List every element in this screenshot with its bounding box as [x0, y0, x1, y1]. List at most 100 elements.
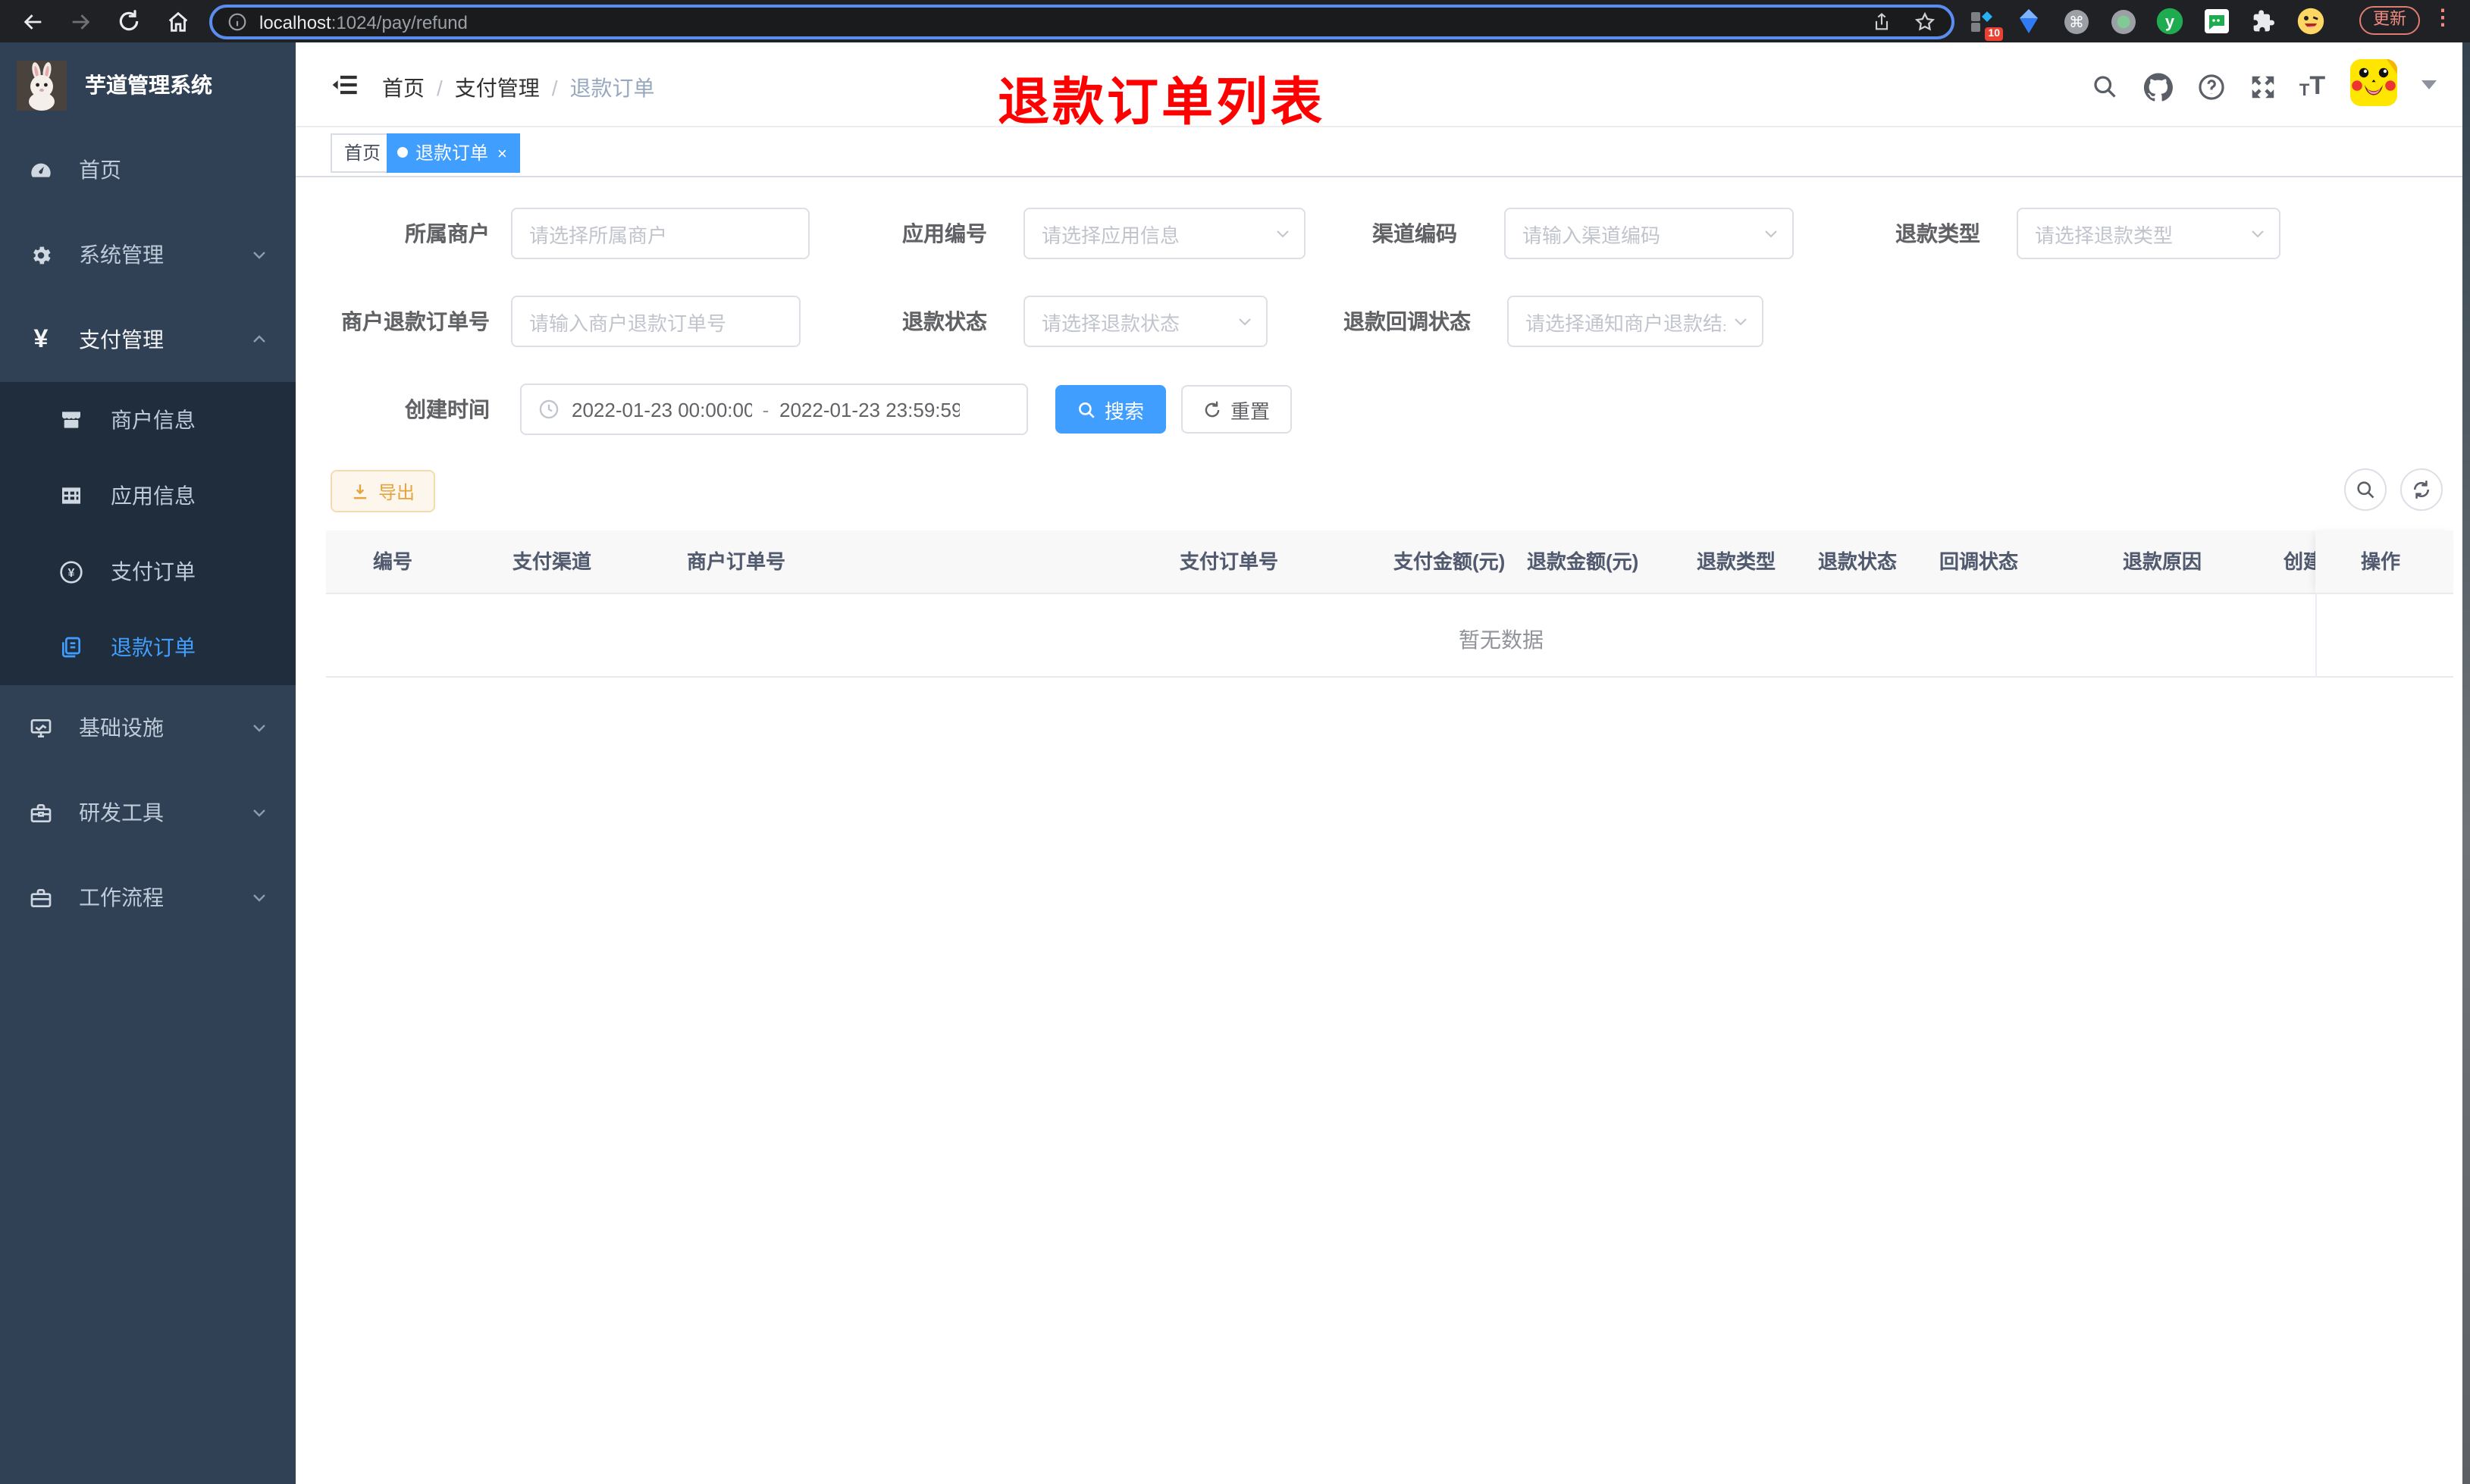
- sidebar-item-label: 支付管理: [79, 327, 164, 352]
- yen-icon: ¥: [33, 324, 49, 353]
- create-time-range-picker[interactable]: 2022-01-23 00:00:00 - 2022-01-23 23:59:5…: [520, 384, 1028, 435]
- placeholder: 请选择退款类型: [2035, 224, 2174, 246]
- filter-label: 渠道编码: [1372, 221, 1457, 246]
- column-header: 支付金额(元): [1393, 550, 1506, 573]
- filter-label: 商户退款订单号: [341, 309, 490, 333]
- svg-text:y: y: [2165, 12, 2175, 31]
- sidebar-item-devtools[interactable]: 研发工具: [0, 770, 296, 855]
- chevron-down-icon: [250, 888, 268, 906]
- share-icon[interactable]: [1871, 11, 1892, 33]
- breadcrumb-current: 退款订单: [569, 76, 655, 100]
- sidebar-item-app-info[interactable]: 应用信息: [0, 458, 296, 534]
- bookmark-star-icon[interactable]: [1914, 11, 1936, 33]
- fullscreen-icon[interactable]: [2247, 71, 2277, 102]
- extension-chat-icon[interactable]: [2203, 8, 2230, 35]
- app-logo-row[interactable]: 芋道管理系统: [0, 42, 296, 127]
- user-avatar[interactable]: [2350, 59, 2397, 106]
- column-header: 退款原因: [2123, 550, 2202, 573]
- extension-grid-icon[interactable]: 10: [1968, 8, 2003, 41]
- placeholder: 请选择通知商户退款结果的: [1525, 312, 1726, 334]
- reload-icon[interactable]: [112, 5, 146, 38]
- clock-icon: [538, 399, 560, 420]
- sidebar-item-label: 工作流程: [79, 885, 164, 909]
- monitor-icon: [29, 715, 53, 740]
- sidebar-item-home[interactable]: 首页: [0, 127, 296, 212]
- breadcrumb-home[interactable]: 首页: [382, 76, 425, 100]
- reset-button-label: 重置: [1230, 399, 1270, 422]
- column-header: 回调状态: [1939, 550, 2019, 573]
- active-dot-icon: [397, 147, 408, 158]
- tab-home[interactable]: 首页: [331, 133, 395, 173]
- forward-icon[interactable]: [64, 5, 97, 38]
- url-host: localhost: [259, 11, 331, 33]
- extension-kite-icon[interactable]: [2015, 8, 2042, 35]
- tab-close-icon[interactable]: ×: [497, 146, 507, 164]
- search-button[interactable]: 搜索: [1055, 385, 1166, 434]
- breadcrumb-payment[interactable]: 支付管理: [455, 76, 540, 100]
- back-icon[interactable]: [15, 5, 49, 38]
- empty-state-text: 暂无数据: [1459, 628, 1544, 652]
- column-header: 商户订单号: [687, 550, 786, 573]
- profile-avatar-icon[interactable]: [2297, 8, 2324, 35]
- fixed-column-divider: [2315, 594, 2317, 678]
- sidebar-item-label: 首页: [79, 158, 121, 182]
- browser-update-button[interactable]: 更新: [2359, 6, 2420, 35]
- sidebar-item-label: 应用信息: [111, 484, 196, 508]
- page-annotation-title: 退款订单列表: [998, 74, 1325, 132]
- extensions-row: 10 ⌘ y: [1968, 0, 2324, 42]
- reset-button[interactable]: 重置: [1181, 385, 1292, 434]
- toolbox-icon: [29, 800, 53, 825]
- filter-label: 退款类型: [1895, 221, 1980, 246]
- tab-refund-order[interactable]: 退款订单 ×: [387, 133, 521, 173]
- github-icon[interactable]: [2142, 71, 2173, 102]
- search-icon[interactable]: [2089, 71, 2120, 102]
- show-search-toggle-button[interactable]: [2344, 468, 2387, 511]
- date-start: 2022-01-23 00:00:00: [572, 398, 752, 421]
- browser-menu-icon[interactable]: ⋮: [2432, 5, 2453, 30]
- refresh-icon: [2413, 480, 2430, 499]
- breadcrumb-separator: /: [437, 76, 443, 100]
- tags-view-bar: 首页 退款订单 ×: [296, 127, 2470, 177]
- svg-text:¥: ¥: [68, 566, 75, 579]
- document-icon: [59, 635, 83, 659]
- sidebar-item-label: 系统管理: [79, 243, 164, 267]
- avatar-caret-icon[interactable]: [2421, 80, 2437, 89]
- date-separator: -: [762, 398, 770, 421]
- extension-command-icon[interactable]: ⌘: [2062, 8, 2089, 35]
- export-button-label: 导出: [378, 481, 415, 502]
- sidebar-item-workflow[interactable]: 工作流程: [0, 855, 296, 940]
- sidebar-item-pay-order[interactable]: ¥ 支付订单: [0, 534, 296, 609]
- url-bar[interactable]: localhost:1024/pay/refund: [209, 5, 1954, 39]
- yen-circle-icon: ¥: [59, 559, 83, 584]
- filter-label: 应用编号: [902, 221, 987, 246]
- refresh-icon: [1205, 400, 1221, 417]
- date-end: 2022-01-23 23:59:59: [779, 398, 960, 421]
- search-button-label: 搜索: [1104, 399, 1144, 422]
- export-button[interactable]: 导出: [331, 470, 435, 512]
- extensions-puzzle-icon[interactable]: [2250, 8, 2277, 35]
- filter-label: 创建时间: [405, 397, 490, 421]
- help-icon[interactable]: [2196, 71, 2226, 102]
- column-header: 退款金额(元): [1527, 550, 1639, 573]
- navbar: 首页 / 支付管理 / 退款订单 TT 退款订单列表: [296, 42, 2470, 132]
- font-size-icon[interactable]: TT: [2297, 71, 2327, 102]
- home-icon[interactable]: [161, 5, 194, 38]
- sidebar-collapse-icon[interactable]: [329, 70, 359, 100]
- svg-text:⌘: ⌘: [2068, 14, 2083, 30]
- main-area: 首页 / 支付管理 / 退款订单 TT 退款订单列表 首页 退款订单 × 所属商…: [296, 42, 2470, 1484]
- refresh-table-button[interactable]: [2400, 468, 2443, 511]
- screen: localhost:1024/pay/refund 10 ⌘ y 更新 ⋮ 芋道…: [0, 0, 2470, 1484]
- column-header-actions: 操作: [2315, 531, 2453, 594]
- filter-label: 所属商户: [405, 221, 490, 246]
- extension-badge: 10: [1985, 27, 2003, 41]
- info-icon[interactable]: [227, 12, 247, 32]
- refund-type-select[interactable]: 请选择退款类型: [2017, 208, 2280, 259]
- extension-y-icon[interactable]: y: [2156, 8, 2183, 35]
- chevron-down-icon: [1732, 312, 1750, 330]
- extension-record-icon[interactable]: [2109, 8, 2136, 35]
- refund-notify-status-select[interactable]: 请选择通知商户退款结果的: [1507, 296, 1763, 347]
- grid-icon: [59, 484, 83, 508]
- sidebar-item-refund-order[interactable]: 退款订单: [0, 609, 296, 685]
- sidebar-item-infra[interactable]: 基础设施: [0, 685, 296, 770]
- column-header: 支付订单号: [1180, 550, 1279, 573]
